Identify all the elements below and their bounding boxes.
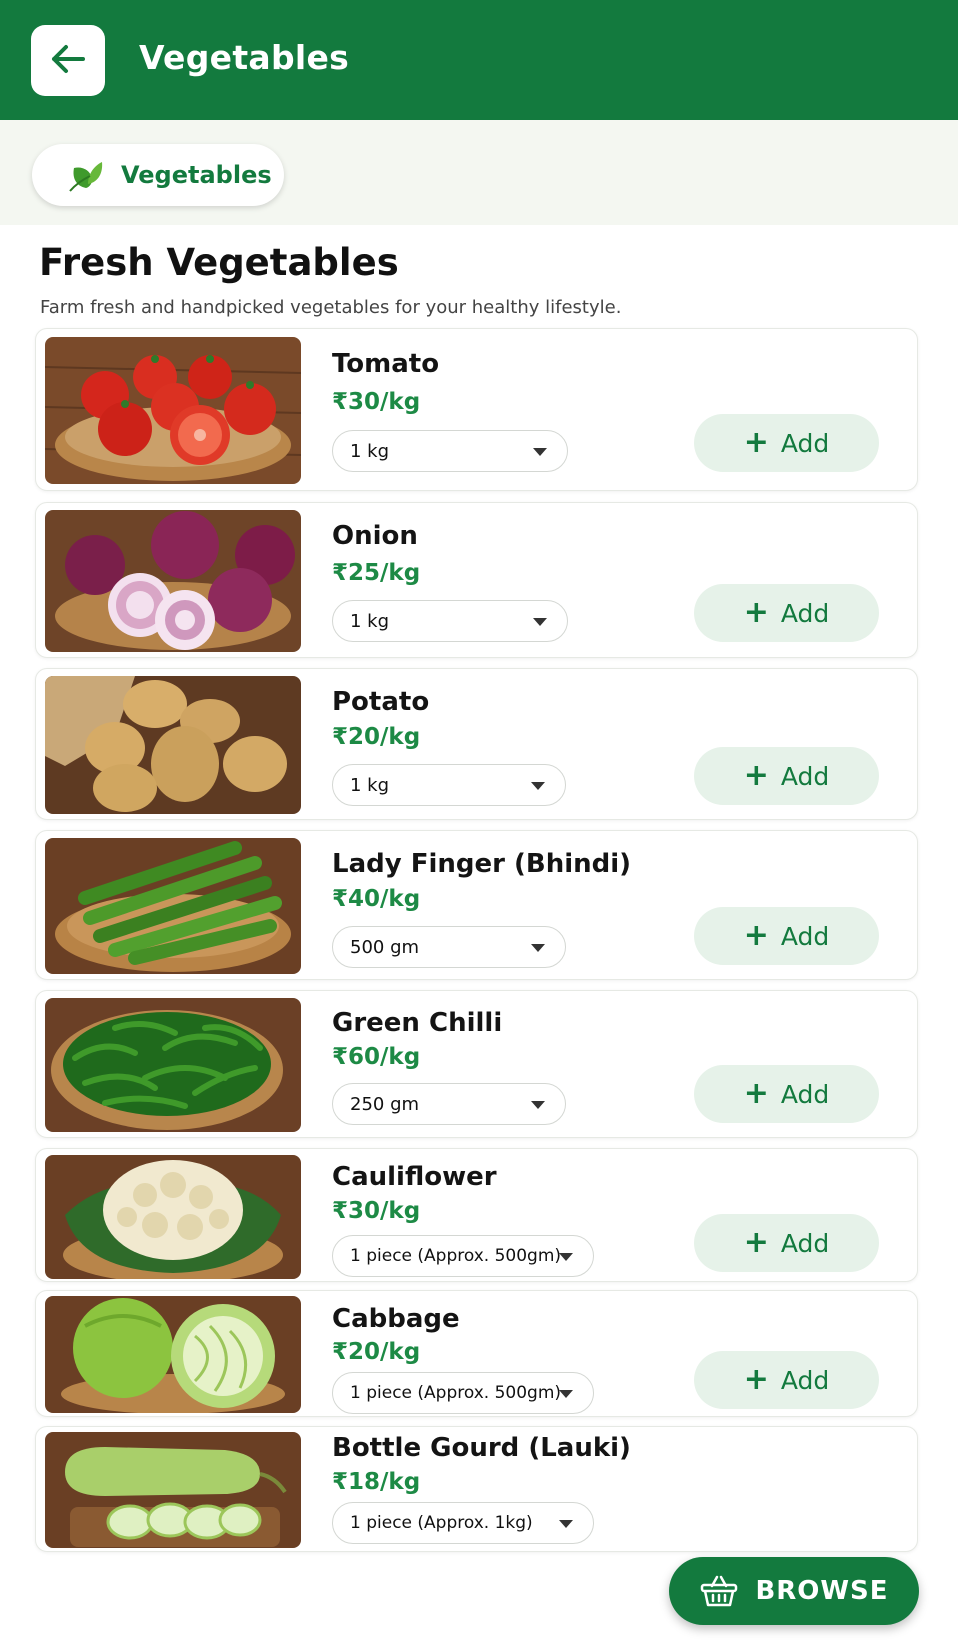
- chilli-image: [45, 998, 301, 1132]
- add-button[interactable]: + Add: [694, 1065, 879, 1123]
- chevron-down-icon: [559, 1390, 573, 1398]
- quantity-value: 1 piece (Approx. 1kg): [350, 1513, 533, 1533]
- product-card: Green Chilli ₹60/kg 250 gm + Add: [35, 990, 918, 1138]
- product-name: Tomato: [332, 349, 440, 379]
- product-name: Onion: [332, 521, 418, 551]
- quantity-value: 250 gm: [350, 1093, 420, 1115]
- page-title: Vegetables: [139, 38, 350, 77]
- leaf-icon: [66, 157, 106, 193]
- quantity-select[interactable]: 250 gm: [332, 1083, 566, 1125]
- product-name: Cabbage: [332, 1304, 460, 1334]
- product-card: Cauliflower ₹30/kg 1 piece (Approx. 500g…: [35, 1148, 918, 1282]
- product-name: Cauliflower: [332, 1162, 497, 1192]
- category-chip-vegetables[interactable]: Vegetables: [32, 144, 284, 206]
- potato-image: [45, 676, 301, 814]
- plus-icon: +: [743, 758, 769, 793]
- section-subtitle: Farm fresh and handpicked vegetables for…: [40, 297, 622, 318]
- back-button[interactable]: [31, 25, 105, 96]
- product-name: Potato: [332, 687, 430, 717]
- add-label: Add: [780, 1365, 830, 1395]
- quantity-select[interactable]: 1 piece (Approx. 1kg): [332, 1502, 594, 1544]
- product-price: ₹30/kg: [332, 389, 421, 415]
- cabbage-image: [45, 1296, 301, 1413]
- quantity-value: 1 kg: [350, 610, 390, 632]
- product-price: ₹40/kg: [332, 886, 421, 912]
- quantity-value: 1 piece (Approx. 500gm): [350, 1246, 562, 1266]
- add-label: Add: [780, 598, 830, 628]
- okra-image: [45, 838, 301, 974]
- add-button[interactable]: + Add: [694, 907, 879, 965]
- product-price: ₹18/kg: [332, 1469, 421, 1495]
- product-price: ₹25/kg: [332, 560, 421, 586]
- app-bar: Vegetables: [0, 0, 958, 120]
- quantity-select[interactable]: 1 kg: [332, 764, 566, 806]
- plus-icon: +: [743, 1076, 769, 1111]
- plus-icon: +: [743, 1362, 769, 1397]
- product-price: ₹20/kg: [332, 1339, 421, 1365]
- add-button[interactable]: + Add: [694, 1214, 879, 1272]
- quantity-value: 1 kg: [350, 774, 390, 796]
- product-card: Onion ₹25/kg 1 kg + Add: [35, 502, 918, 658]
- plus-icon: +: [743, 425, 769, 460]
- plus-icon: +: [743, 595, 769, 630]
- product-name: Lady Finger (Bhindi): [332, 849, 632, 879]
- chevron-down-icon: [559, 1520, 573, 1528]
- bottle-gourd-image: [45, 1432, 301, 1548]
- quantity-select[interactable]: 1 kg: [332, 430, 568, 472]
- add-button[interactable]: + Add: [694, 747, 879, 805]
- quantity-value: 1 piece (Approx. 500gm): [350, 1383, 562, 1403]
- product-card: Bottle Gourd (Lauki) ₹18/kg 1 piece (App…: [35, 1426, 918, 1552]
- add-label: Add: [780, 1079, 830, 1109]
- chevron-down-icon: [531, 1101, 545, 1109]
- chevron-down-icon: [533, 448, 547, 456]
- basket-icon: [699, 1573, 741, 1609]
- chevron-down-icon: [531, 782, 545, 790]
- quantity-value: 1 kg: [350, 440, 390, 462]
- product-name: Green Chilli: [332, 1008, 503, 1038]
- plus-icon: +: [743, 918, 769, 953]
- category-bar: Vegetables: [0, 120, 958, 225]
- category-chip-label: Vegetables: [121, 161, 272, 189]
- product-price: ₹60/kg: [332, 1044, 421, 1070]
- add-button[interactable]: + Add: [694, 584, 879, 642]
- add-label: Add: [780, 1228, 830, 1258]
- browse-button[interactable]: BROWSE: [669, 1557, 919, 1625]
- add-label: Add: [780, 921, 830, 951]
- chevron-down-icon: [531, 944, 545, 952]
- product-card: Potato ₹20/kg 1 kg + Add: [35, 668, 918, 820]
- cauliflower-image: [45, 1155, 301, 1279]
- quantity-select[interactable]: 1 kg: [332, 600, 568, 642]
- chevron-down-icon: [559, 1253, 573, 1261]
- product-price: ₹30/kg: [332, 1198, 421, 1224]
- product-card: Lady Finger (Bhindi) ₹40/kg 500 gm + Add: [35, 830, 918, 980]
- product-name: Bottle Gourd (Lauki): [332, 1433, 631, 1463]
- product-card: Cabbage ₹20/kg 1 piece (Approx. 500gm) +…: [35, 1290, 918, 1417]
- onion-image: [45, 510, 301, 652]
- quantity-select[interactable]: 1 piece (Approx. 500gm): [332, 1372, 594, 1414]
- add-label: Add: [780, 428, 830, 458]
- product-price: ₹20/kg: [332, 724, 421, 750]
- quantity-select[interactable]: 500 gm: [332, 926, 566, 968]
- plus-icon: +: [743, 1225, 769, 1260]
- add-button[interactable]: + Add: [694, 1351, 879, 1409]
- product-card: Tomato ₹30/kg 1 kg + Add: [35, 328, 918, 491]
- arrow-left-icon: [50, 44, 86, 78]
- chevron-down-icon: [533, 618, 547, 626]
- section-title: Fresh Vegetables: [39, 241, 399, 284]
- tomato-image: [45, 337, 301, 484]
- add-label: Add: [780, 761, 830, 791]
- add-button[interactable]: + Add: [694, 414, 879, 472]
- quantity-value: 500 gm: [350, 936, 420, 958]
- quantity-select[interactable]: 1 piece (Approx. 500gm): [332, 1235, 594, 1277]
- browse-label: BROWSE: [755, 1576, 889, 1606]
